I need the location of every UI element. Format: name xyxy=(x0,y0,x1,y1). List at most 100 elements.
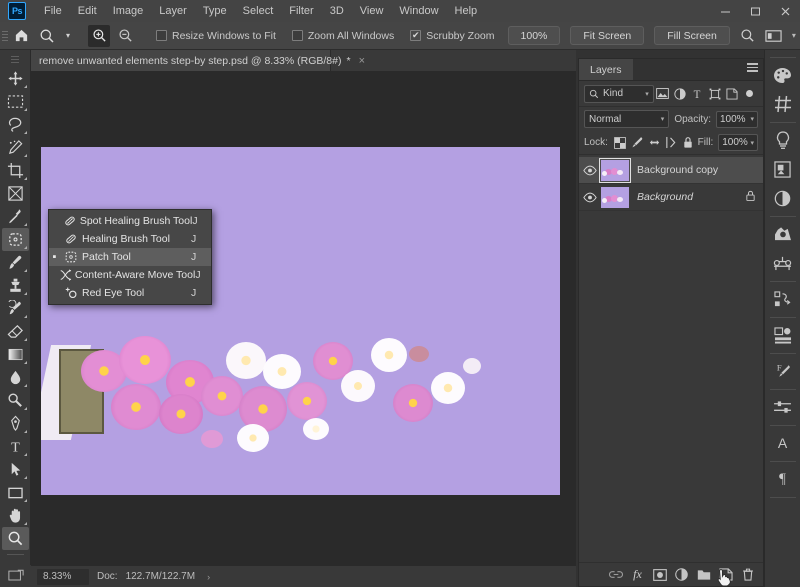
histogram-panel-icon[interactable] xyxy=(768,220,798,248)
layer-row-background-copy[interactable]: Background copy xyxy=(579,157,763,184)
menu-edit[interactable]: Edit xyxy=(70,2,105,20)
layer-name-background[interactable]: Background xyxy=(637,191,745,203)
fill-field[interactable]: 100% ▾ xyxy=(718,134,758,151)
lock-all-icon[interactable] xyxy=(681,135,696,151)
chevron-down-icon[interactable]: ▾ xyxy=(750,115,754,123)
swatches-panel-icon[interactable] xyxy=(768,90,798,118)
tool-quick-selection[interactable] xyxy=(2,136,29,159)
options-bar-grip[interactable] xyxy=(2,27,8,45)
toolbar-grip[interactable] xyxy=(0,56,30,63)
layer-comps-panel-icon[interactable] xyxy=(768,155,798,183)
resize-windows-to-fit-checkbox[interactable]: Resize Windows to Fit xyxy=(156,30,276,42)
layer-visibility-toggle[interactable] xyxy=(579,165,601,176)
home-icon[interactable] xyxy=(10,25,32,47)
zoom-in-button[interactable] xyxy=(88,24,110,47)
lock-artboard-nesting-icon[interactable] xyxy=(664,135,679,151)
close-button[interactable] xyxy=(770,0,800,22)
new-layer-button[interactable] xyxy=(716,565,735,584)
tool-eraser[interactable] xyxy=(2,320,29,343)
layer-list[interactable]: Background copy Background xyxy=(579,155,763,562)
adjustments-panel-icon[interactable] xyxy=(768,126,798,154)
menu-layer[interactable]: Layer xyxy=(151,2,195,20)
status-zoom-level[interactable]: 8.33% xyxy=(37,568,89,585)
tool-pen[interactable] xyxy=(2,412,29,435)
layer-thumbnail[interactable] xyxy=(601,186,629,208)
tool-blur[interactable] xyxy=(2,366,29,389)
libraries-panel-icon[interactable] xyxy=(768,321,798,349)
lock-transparent-pixels-icon[interactable] xyxy=(613,135,628,151)
adjustment-layer-button[interactable] xyxy=(672,565,691,584)
paragraph-panel-icon[interactable]: ¶ xyxy=(768,465,798,493)
link-layers-button[interactable] xyxy=(606,565,625,584)
opacity-field[interactable]: 100% ▾ xyxy=(716,110,758,128)
filter-smart-object-icon[interactable] xyxy=(723,85,740,103)
zoom-tool-icon[interactable] xyxy=(36,25,58,47)
blend-mode-select[interactable]: Normal ▾ xyxy=(584,110,670,128)
document-tab[interactable]: remove unwanted elements step-by step.ps… xyxy=(31,50,365,71)
delete-layer-button[interactable] xyxy=(738,565,757,584)
layer-filter-kind-select[interactable]: Kind ▾ xyxy=(584,84,654,103)
tool-frame[interactable] xyxy=(2,182,29,205)
tab-layers[interactable]: Layers xyxy=(579,59,633,80)
chevron-down-icon[interactable]: ▾ xyxy=(750,139,754,147)
flyout-item-healing-brush[interactable]: Healing Brush Tool J xyxy=(49,230,211,248)
tool-lasso[interactable] xyxy=(2,113,29,136)
filter-adjustment-icon[interactable] xyxy=(671,85,688,103)
filter-toggle-icon[interactable] xyxy=(741,85,758,103)
actions-panel-icon[interactable] xyxy=(768,285,798,313)
fill-screen-button[interactable]: Fill Screen xyxy=(654,26,730,45)
gradients-panel-icon[interactable] xyxy=(768,184,798,212)
tool-type[interactable]: T xyxy=(2,435,29,458)
tool-zoom[interactable] xyxy=(1,527,29,550)
maximize-button[interactable] xyxy=(740,0,770,22)
tool-brush[interactable] xyxy=(2,251,29,274)
document-tab-close-icon[interactable]: × xyxy=(359,55,365,67)
zoom-all-windows-checkbox[interactable]: Zoom All Windows xyxy=(291,30,394,42)
tool-crop[interactable] xyxy=(2,159,29,182)
tool-rectangular-marquee[interactable] xyxy=(2,90,29,113)
tool-clone-stamp[interactable] xyxy=(2,274,29,297)
tool-dodge[interactable] xyxy=(2,389,29,412)
chevron-down-icon[interactable]: ▾ xyxy=(661,115,665,123)
filter-shape-icon[interactable] xyxy=(706,85,723,103)
fit-screen-button[interactable]: Fit Screen xyxy=(570,26,645,45)
tool-gradient[interactable] xyxy=(2,343,29,366)
history-panel-icon[interactable] xyxy=(768,249,798,277)
lock-position-icon[interactable] xyxy=(647,135,662,151)
search-icon[interactable] xyxy=(737,25,759,47)
menu-file[interactable]: File xyxy=(36,2,70,20)
photoshop-logo[interactable]: Ps xyxy=(8,2,26,20)
tool-move[interactable] xyxy=(2,67,29,90)
tool-hand[interactable] xyxy=(2,504,29,527)
menu-type[interactable]: Type xyxy=(195,2,235,20)
layer-mask-button[interactable] xyxy=(650,565,669,584)
filter-pixel-icon[interactable] xyxy=(654,85,671,103)
menu-3d[interactable]: 3D xyxy=(322,2,352,20)
filter-type-icon[interactable]: T xyxy=(689,85,706,103)
new-group-button[interactable] xyxy=(694,565,713,584)
zoom-out-button[interactable] xyxy=(114,25,136,47)
character-panel-icon[interactable]: A xyxy=(768,429,798,457)
layer-style-button[interactable]: fx xyxy=(628,565,647,584)
flyout-item-red-eye[interactable]: Red Eye Tool J xyxy=(49,284,211,302)
properties-panel-icon[interactable] xyxy=(768,393,798,421)
tool-path-selection[interactable] xyxy=(2,458,29,481)
resize-windows-checkbox-box[interactable] xyxy=(156,30,167,41)
zoom-100-button[interactable]: 100% xyxy=(507,26,561,45)
flyout-item-patch[interactable]: ▪ Patch Tool J xyxy=(49,248,211,266)
zoom-all-windows-checkbox-box[interactable] xyxy=(291,30,303,41)
lock-image-pixels-icon[interactable] xyxy=(630,135,645,151)
menu-image[interactable]: Image xyxy=(105,2,152,20)
tool-history-brush[interactable] xyxy=(2,297,29,320)
workspace-caret[interactable]: ▾ xyxy=(789,25,799,47)
color-panel-icon[interactable] xyxy=(768,61,798,89)
canvas-area[interactable] xyxy=(31,72,576,565)
layer-thumbnail[interactable] xyxy=(599,157,631,183)
menu-filter[interactable]: Filter xyxy=(281,2,321,20)
brushes-panel-icon[interactable]: F xyxy=(768,357,798,385)
scrubby-zoom-checkbox[interactable]: ✔ Scrubby Zoom xyxy=(410,30,495,42)
tool-rectangle[interactable] xyxy=(2,481,29,504)
patch-tool-flyout-menu[interactable]: Spot Healing Brush Tool J Healing Brush … xyxy=(48,209,212,305)
chevron-down-icon[interactable]: ▾ xyxy=(645,90,649,98)
panel-menu-icon[interactable] xyxy=(747,63,758,72)
